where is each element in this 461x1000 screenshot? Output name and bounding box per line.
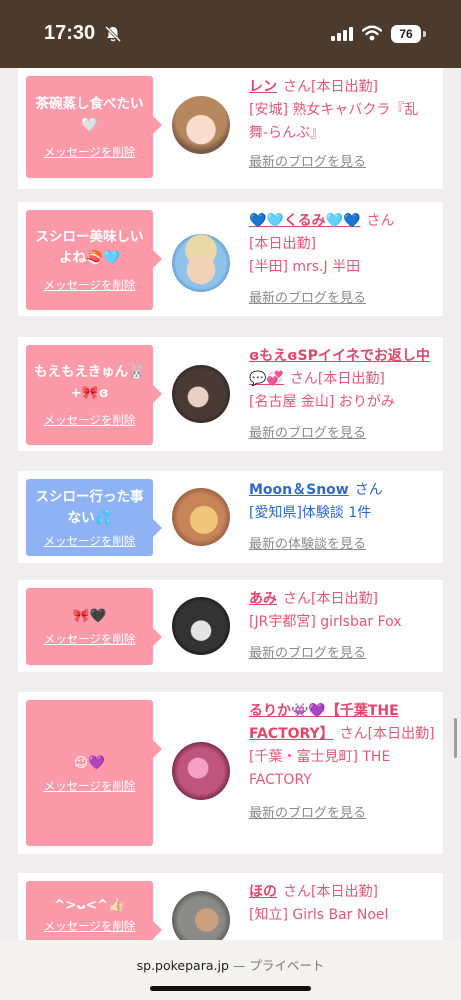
attendance-tag: [本日出勤] bbox=[249, 236, 316, 252]
honorific: さん bbox=[283, 884, 311, 900]
honorific: さん bbox=[354, 482, 383, 498]
message-text: 茶碗蒸し食べたい🤍 bbox=[35, 96, 144, 133]
delete-message-link[interactable]: メッセージを削除 bbox=[44, 778, 136, 794]
honorific: さん bbox=[289, 371, 318, 387]
attendance-tag: [本日出勤] bbox=[317, 371, 385, 387]
name-line: ɞもえɞSPイイネでお返し中💬💞 さん[本日出勤] bbox=[249, 345, 436, 391]
bell-slash-icon bbox=[104, 25, 122, 43]
message-bubble: 茶碗蒸し食べたい🤍 メッセージを削除 bbox=[26, 76, 162, 178]
message-bubble: もえもえきゅん🐰+🎀ɞ メッセージを削除 bbox=[26, 345, 162, 445]
message-text: 🎀🖤 bbox=[72, 608, 107, 624]
avatar[interactable] bbox=[172, 234, 230, 292]
browser-url-bar[interactable]: sp.pokepara.jp — プライベート bbox=[0, 940, 461, 1000]
message-card: 茶碗蒸し食べたい🤍 メッセージを削除 レン さん[本日出勤] [安城] 熟女キャバ… bbox=[18, 68, 443, 189]
message-card: スシロー行った事ない💦 メッセージを削除 Moon＆Snow さん [愛知県]体験… bbox=[18, 471, 443, 563]
wifi-icon bbox=[362, 25, 382, 41]
home-indicator[interactable] bbox=[150, 986, 311, 991]
cast-name-link[interactable]: Moon＆Snow bbox=[249, 482, 349, 498]
latest-blog-link[interactable]: 最新のブログを見る bbox=[249, 642, 436, 661]
battery-indicator: 76 bbox=[391, 25, 421, 43]
honorific: さん bbox=[366, 213, 395, 229]
cast-info: るりか👾💜【千葉THE FACTORY】 さん[本日出勤] [千葉・富士見町] T… bbox=[249, 700, 436, 821]
shop-name: [愛知県]体験談 1件 bbox=[249, 505, 372, 521]
name-line: あみ さん[本日出勤] bbox=[249, 588, 436, 611]
delete-message-link[interactable]: メッセージを削除 bbox=[44, 144, 136, 160]
message-bubble: 😉💜 メッセージを削除 bbox=[26, 700, 162, 846]
cellular-signal-icon bbox=[331, 27, 353, 41]
message-bubble: 🎀🖤 メッセージを削除 bbox=[26, 588, 162, 665]
attendance-tag: [本日出勤] bbox=[367, 726, 435, 742]
latest-blog-link[interactable]: 最新のブログを見る bbox=[249, 287, 436, 306]
name-line: レン さん[本日出勤] bbox=[249, 76, 436, 99]
name-line: るりか👾💜【千葉THE FACTORY】 さん[本日出勤] bbox=[249, 700, 436, 746]
message-text: 😉💜 bbox=[74, 754, 105, 771]
avatar[interactable] bbox=[172, 742, 230, 800]
avatar[interactable] bbox=[172, 597, 230, 655]
message-text: スシロー美味しいよね🍣🩵 bbox=[35, 229, 144, 266]
name-line: 💙🩵くるみ🩵💙 さん [本日出勤] bbox=[249, 210, 436, 256]
attendance-tag: [本日出勤] bbox=[311, 591, 378, 607]
name-line: Moon＆Snow さん bbox=[249, 479, 436, 502]
message-card: スシロー美味しいよね🍣🩵 メッセージを削除 💙🩵くるみ🩵💙 さん [本日出勤] [半… bbox=[18, 202, 443, 316]
shop-name: [半田] mrs.J 半田 bbox=[249, 259, 361, 275]
message-text: スシロー行った事ない💦 bbox=[35, 488, 144, 526]
cast-info: レン さん[本日出勤] [安城] 熟女キャバクラ『乱舞-らんぶ』 最新のブログを見… bbox=[249, 76, 436, 170]
latest-blog-link[interactable]: 最新のブログを見る bbox=[249, 151, 436, 170]
latest-blog-link[interactable]: 最新のブログを見る bbox=[249, 802, 436, 821]
scrollbar-thumb[interactable] bbox=[454, 718, 457, 758]
shop-name: [千葉・富士見町] THE FACTORY bbox=[249, 749, 391, 788]
cast-name-link[interactable]: レン bbox=[249, 79, 277, 95]
honorific: さん bbox=[283, 79, 311, 95]
battery-nub bbox=[423, 31, 426, 37]
delete-message-link[interactable]: メッセージを削除 bbox=[44, 533, 136, 549]
shop-name: [安城] 熟女キャバクラ『乱舞-らんぶ』 bbox=[249, 102, 419, 141]
shop-name: [名古屋 金山] おりがみ bbox=[249, 394, 395, 410]
latest-blog-link[interactable]: 最新のブログを見る bbox=[249, 422, 436, 441]
message-bubble: スシロー美味しいよね🍣🩵 メッセージを削除 bbox=[26, 210, 162, 310]
attendance-tag: [本日出勤] bbox=[311, 884, 378, 900]
cast-info: Moon＆Snow さん [愛知県]体験談 1件 最新の体験談を見る bbox=[249, 479, 436, 552]
message-card: 😉💜 メッセージを削除 るりか👾💜【千葉THE FACTORY】 さん[本日出勤]… bbox=[18, 692, 443, 854]
status-time: 17:30 bbox=[44, 22, 96, 44]
cast-name-link[interactable]: あみ bbox=[249, 591, 277, 607]
cast-name-link[interactable]: 💙🩵くるみ🩵💙 bbox=[249, 213, 360, 229]
status-bar: 17:30 76 bbox=[0, 0, 461, 68]
shop-name: [知立] Girls Bar Noel bbox=[249, 907, 389, 923]
avatar[interactable] bbox=[172, 365, 230, 423]
url-separator: — bbox=[228, 958, 250, 973]
delete-message-link[interactable]: メッセージを削除 bbox=[44, 918, 136, 934]
message-text: ^>ᴗ<^👍🏻 bbox=[53, 897, 126, 913]
message-bubble: スシロー行った事ない💦 メッセージを削除 bbox=[26, 479, 162, 556]
url-text[interactable]: sp.pokepara.jp — プライベート bbox=[0, 955, 461, 974]
delete-message-link[interactable]: メッセージを削除 bbox=[44, 412, 136, 428]
message-card: もえもえきゅん🐰+🎀ɞ メッセージを削除 ɞもえɞSPイイネでお返し中💬💞 さん[… bbox=[18, 337, 443, 451]
delete-message-link[interactable]: メッセージを削除 bbox=[44, 277, 136, 293]
cast-info: あみ さん[本日出勤] [JR宇都宮] girlsbar Fox 最新のブログを見… bbox=[249, 588, 436, 661]
honorific: さん bbox=[283, 591, 311, 607]
private-mode-label: プライベート bbox=[249, 958, 325, 973]
honorific: さん bbox=[339, 726, 368, 742]
avatar[interactable] bbox=[172, 891, 230, 940]
cast-info: 💙🩵くるみ🩵💙 さん [本日出勤] [半田] mrs.J 半田 最新のブログを見る bbox=[249, 210, 436, 306]
latest-review-link[interactable]: 最新の体験談を見る bbox=[249, 533, 436, 552]
name-line: ほの さん[本日出勤] bbox=[249, 881, 436, 904]
message-bubble: ^>ᴗ<^👍🏻 メッセージを削除 bbox=[26, 881, 162, 940]
cast-name-link[interactable]: ほの bbox=[249, 884, 277, 900]
url-host: sp.pokepara.jp bbox=[136, 958, 229, 973]
cast-info: ほの さん[本日出勤] [知立] Girls Bar Noel bbox=[249, 881, 436, 927]
message-text: もえもえきゅん🐰+🎀ɞ bbox=[34, 364, 145, 401]
delete-message-link[interactable]: メッセージを削除 bbox=[44, 631, 136, 647]
message-card: 🎀🖤 メッセージを削除 あみ さん[本日出勤] [JR宇都宮] girlsbar … bbox=[18, 580, 443, 672]
message-feed[interactable]: 茶碗蒸し食べたい🤍 メッセージを削除 レン さん[本日出勤] [安城] 熟女キャバ… bbox=[0, 68, 461, 940]
avatar[interactable] bbox=[172, 488, 230, 546]
attendance-tag: [本日出勤] bbox=[311, 79, 378, 95]
avatar[interactable] bbox=[172, 96, 230, 154]
shop-name: [JR宇都宮] girlsbar Fox bbox=[249, 614, 402, 630]
message-card: ^>ᴗ<^👍🏻 メッセージを削除 ほの さん[本日出勤] [知立] Girls B… bbox=[18, 873, 443, 940]
cast-info: ɞもえɞSPイイネでお返し中💬💞 さん[本日出勤] [名古屋 金山] おりがみ 最… bbox=[249, 345, 436, 441]
